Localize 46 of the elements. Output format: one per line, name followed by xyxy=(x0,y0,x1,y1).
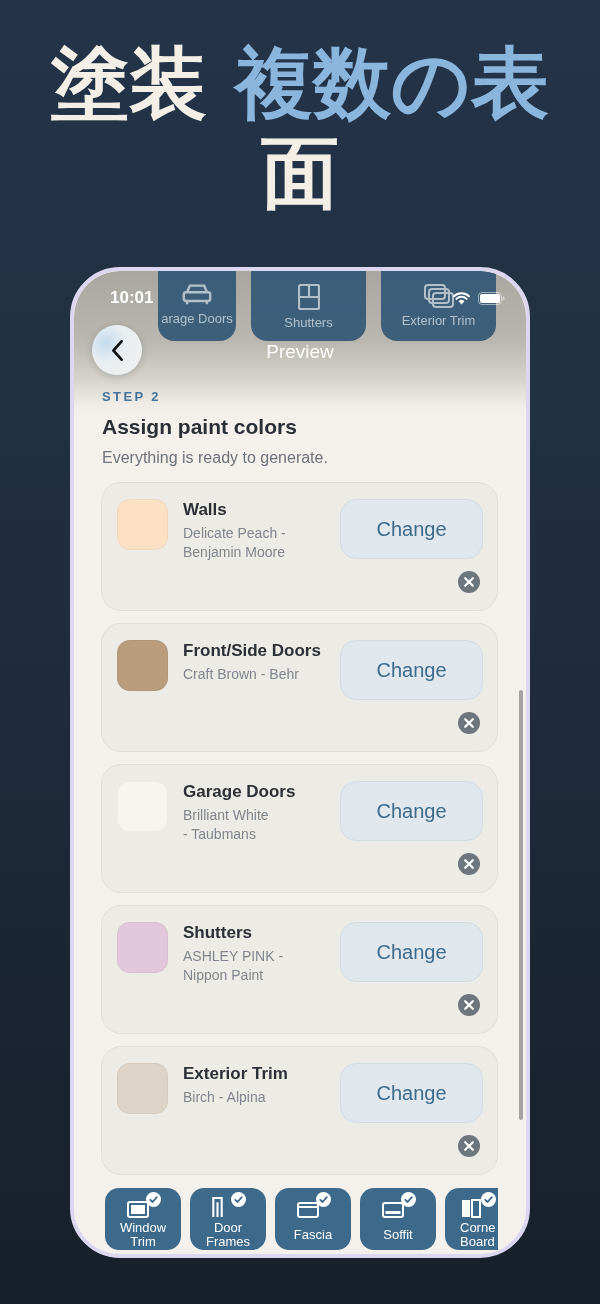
layers-icon xyxy=(423,284,454,308)
category-tile[interactable]: arage Doors xyxy=(158,271,236,341)
paint-name: ASHLEY PINK - Nippon Paint xyxy=(183,947,285,985)
paint-name: Brilliant White - Taubmans xyxy=(183,806,270,844)
surface-name: Walls xyxy=(183,499,228,521)
paint-name: Birch - Alpina xyxy=(183,1088,267,1107)
change-button[interactable]: Change xyxy=(340,922,483,982)
paint-name: Craft Brown - Behr xyxy=(183,665,300,684)
corner-board-icon xyxy=(462,1199,481,1218)
category-tile[interactable]: Shutters xyxy=(251,271,366,341)
chevron-left-icon xyxy=(111,339,123,361)
close-icon[interactable] xyxy=(458,994,480,1016)
surface-name: Exterior Trim xyxy=(183,1063,289,1085)
step-title: Assign paint colors xyxy=(101,414,298,440)
battery-icon xyxy=(478,291,505,305)
change-button[interactable]: Change xyxy=(340,499,483,559)
surface-name: Front/Side Doors xyxy=(183,640,322,662)
door-frame-icon xyxy=(212,1197,223,1218)
window-frame-icon xyxy=(127,1201,149,1218)
paint-name: Delicate Peach - Benjamin Moore xyxy=(183,524,287,562)
close-icon[interactable] xyxy=(458,712,480,734)
close-icon[interactable] xyxy=(458,853,480,875)
step-label: STEP 2 xyxy=(101,389,162,405)
change-button[interactable]: Change xyxy=(340,1063,483,1123)
headline: 塗装 複数の表面 xyxy=(50,38,550,218)
window-icon xyxy=(297,284,320,310)
wifi-icon xyxy=(453,291,470,305)
change-button[interactable]: Change xyxy=(340,640,483,700)
surface-tile[interactable]: Corne Board xyxy=(445,1188,498,1250)
change-button[interactable]: Change xyxy=(340,781,483,841)
step-subtitle: Everything is ready to generate. xyxy=(101,448,329,468)
category-tile[interactable]: Exterior Trim xyxy=(381,271,496,341)
back-button[interactable] xyxy=(92,325,142,375)
car-icon xyxy=(182,284,212,306)
close-icon[interactable] xyxy=(458,1135,480,1157)
surface-name: Garage Doors xyxy=(183,781,297,803)
surface-tile[interactable]: Window Trim xyxy=(105,1188,181,1250)
close-icon[interactable] xyxy=(458,571,480,593)
surface-tile[interactable]: Fascia xyxy=(275,1188,351,1250)
fascia-board-icon xyxy=(297,1202,319,1218)
surface-tile[interactable]: Door Frames xyxy=(190,1188,266,1250)
soffit-board-icon xyxy=(382,1202,404,1218)
surface-tile[interactable]: Soffit xyxy=(360,1188,436,1250)
surface-name: Shutters xyxy=(183,922,253,944)
screen-title: Preview xyxy=(266,342,334,361)
status-time: 10:01 xyxy=(110,288,154,308)
